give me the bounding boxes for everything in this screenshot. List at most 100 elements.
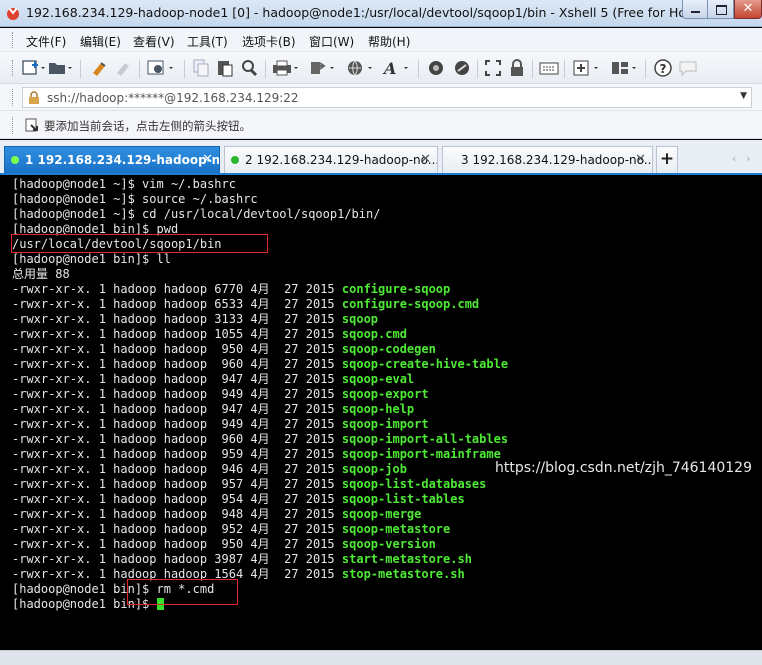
tab-close-icon[interactable]: ✕ — [635, 152, 646, 167]
address-dropdown-icon[interactable]: ▼ — [740, 91, 747, 101]
line-text: -rwxr-xr-x. 1 hadoop hadoop 3133 4月 27 2… — [12, 312, 342, 326]
toolbar-separator — [80, 60, 81, 78]
file-name: configure-sqoop — [341, 282, 451, 296]
add-session-arrow-icon[interactable] — [24, 117, 40, 133]
tab-close-icon[interactable]: ✕ — [420, 152, 431, 167]
line-text: -rwxr-xr-x. 1 hadoop hadoop 949 4月 27 20… — [12, 417, 342, 431]
file-name: sqoop-import — [341, 417, 429, 431]
chat-icon[interactable] — [678, 59, 698, 77]
line-text: -rwxr-xr-x. 1 hadoop hadoop 960 4月 27 20… — [12, 432, 342, 446]
keyboard-icon[interactable] — [539, 59, 559, 77]
maximize-button[interactable] — [708, 0, 734, 19]
print-icon[interactable] — [272, 59, 302, 77]
hint-text: 要添加当前会话，点击左侧的箭头按钮。 — [44, 119, 251, 133]
file-name: sqoop-help — [341, 402, 415, 416]
file-name: sqoop-list-databases — [341, 477, 487, 491]
file-name: start-metastore.sh — [341, 552, 472, 566]
address-value: ssh://hadoop:******@192.168.234.129:22 — [47, 91, 299, 105]
line-text: -rwxr-xr-x. 1 hadoop hadoop 6770 4月 27 2… — [12, 282, 342, 296]
file-name: sqoop-version — [341, 537, 436, 551]
window-title: 192.168.234.129-hadoop-node1 [0] - hadoo… — [26, 5, 706, 20]
menu-tools[interactable]: 工具(T) — [187, 33, 228, 50]
menu-tabs[interactable]: 选项卡(B) — [242, 33, 296, 50]
open-folder-icon[interactable] — [48, 59, 74, 77]
new-tab-icon[interactable] — [572, 59, 602, 77]
transfer-icon[interactable] — [308, 59, 338, 77]
add-tab-button[interactable]: + — [656, 146, 678, 173]
file-name: sqoop-merge — [341, 507, 422, 521]
menu-view[interactable]: 查看(V) — [133, 33, 175, 50]
paste-icon[interactable] — [216, 59, 234, 77]
terminal-line: -rwxr-xr-x. 1 hadoop hadoop 960 4月 27 20… — [12, 432, 508, 447]
address-field[interactable]: ssh://hadoop:******@192.168.234.129:22 ▼ — [22, 87, 752, 108]
file-name: sqoop.cmd — [341, 327, 407, 341]
tab-session-3[interactable]: 3 192.168.234.129-hadoop-no... ✕ — [442, 146, 653, 173]
tab-label: 3 192.168.234.129-hadoop-no... — [461, 153, 653, 167]
line-text: -rwxr-xr-x. 1 hadoop hadoop 947 4月 27 20… — [12, 372, 342, 386]
file-name: sqoop — [341, 312, 379, 326]
file-name: sqoop-import-mainframe — [341, 447, 501, 461]
menu-help[interactable]: 帮助(H) — [368, 33, 410, 50]
tab-label: 2 192.168.234.129-hadoop-no... — [245, 153, 438, 167]
terminal-line: -rwxr-xr-x. 1 hadoop hadoop 957 4月 27 20… — [12, 477, 508, 492]
terminal-line: -rwxr-xr-x. 1 hadoop hadoop 946 4月 27 20… — [12, 462, 508, 477]
line-text: -rwxr-xr-x. 1 hadoop hadoop 960 4月 27 20… — [12, 357, 342, 371]
menu-file[interactable]: 文件(F) — [26, 33, 66, 50]
toolbar-separator — [418, 60, 419, 78]
tab-scroll-left-icon[interactable]: ‹ — [732, 152, 736, 165]
terminal-line: [hadoop@node1 bin]$ ll — [12, 252, 508, 267]
tab-session-1[interactable]: 1 192.168.234.129-hadoop-n... ✕ — [4, 146, 220, 173]
terminal-line: -rwxr-xr-x. 1 hadoop hadoop 954 4月 27 20… — [12, 492, 508, 507]
terminal-line: -rwxr-xr-x. 1 hadoop hadoop 960 4月 27 20… — [12, 357, 508, 372]
hintbar-grip[interactable] — [12, 117, 15, 134]
reconnect-icon[interactable] — [90, 59, 110, 77]
line-text: 总用量 88 — [12, 267, 70, 281]
session-hint-bar: 要添加当前会话，点击左侧的箭头按钮。 — [0, 111, 762, 139]
tab-scroll-right-icon[interactable]: › — [746, 152, 750, 165]
terminal-line: -rwxr-xr-x. 1 hadoop hadoop 952 4月 27 20… — [12, 522, 508, 537]
new-session-icon[interactable] — [22, 59, 46, 77]
disconnect-icon[interactable] — [114, 59, 134, 77]
toolbar-separator — [265, 60, 266, 78]
find-icon[interactable] — [240, 59, 260, 77]
terminal-view[interactable]: [hadoop@node1 ~]$ vim ~/.bashrc [hadoop@n… — [0, 176, 762, 650]
xftp-icon[interactable] — [426, 59, 446, 77]
line-text: -rwxr-xr-x. 1 hadoop hadoop 952 4月 27 20… — [12, 522, 342, 536]
toolbar-separator — [139, 60, 140, 78]
globe-icon[interactable] — [346, 59, 376, 77]
highlight-box-pwd — [11, 234, 268, 253]
help-icon[interactable]: ? — [653, 59, 673, 77]
close-window-button[interactable]: ✕ — [734, 0, 762, 19]
line-text: -rwxr-xr-x. 1 hadoop hadoop 950 4月 27 20… — [12, 537, 342, 551]
terminal-line: -rwxr-xr-x. 1 hadoop hadoop 948 4月 27 20… — [12, 507, 508, 522]
minimize-button[interactable] — [682, 0, 708, 19]
line-text: -rwxr-xr-x. 1 hadoop hadoop 949 4月 27 20… — [12, 387, 342, 401]
menubar-grip[interactable] — [12, 32, 15, 48]
copy-icon[interactable] — [192, 59, 210, 77]
highlight-box-rm — [127, 579, 238, 605]
svg-text:?: ? — [660, 62, 667, 76]
addressbar-grip[interactable] — [12, 89, 15, 106]
properties-icon[interactable] — [147, 59, 177, 77]
tab-close-icon[interactable]: ✕ — [202, 152, 213, 167]
font-icon[interactable]: A — [382, 59, 412, 77]
terminal-line: -rwxr-xr-x. 1 hadoop hadoop 959 4月 27 20… — [12, 447, 508, 462]
lock-icon[interactable] — [508, 59, 526, 77]
toolbar-separator — [477, 60, 478, 78]
line-text: -rwxr-xr-x. 1 hadoop hadoop 950 4月 27 20… — [12, 342, 342, 356]
menu-window[interactable]: 窗口(W) — [309, 33, 354, 50]
toolbar-grip[interactable] — [12, 60, 15, 76]
terminal-line: -rwxr-xr-x. 1 hadoop hadoop 1055 4月 27 2… — [12, 327, 508, 342]
menu-edit[interactable]: 编辑(E) — [80, 33, 121, 50]
file-name: sqoop-metastore — [341, 522, 451, 536]
line-text: -rwxr-xr-x. 1 hadoop hadoop 1055 4月 27 2… — [12, 327, 342, 341]
fullscreen-icon[interactable] — [484, 59, 502, 77]
tab-session-2[interactable]: 2 192.168.234.129-hadoop-no... ✕ — [224, 146, 438, 173]
address-lock-icon — [29, 91, 39, 104]
line-text: -rwxr-xr-x. 1 hadoop hadoop 954 4月 27 20… — [12, 492, 342, 506]
xmanager-icon[interactable] — [452, 59, 472, 77]
tab-label: 1 192.168.234.129-hadoop-n... — [25, 153, 220, 167]
line-text: -rwxr-xr-x. 1 hadoop hadoop 948 4月 27 20… — [12, 507, 342, 521]
layout-icon[interactable] — [610, 59, 640, 77]
line-text: -rwxr-xr-x. 1 hadoop hadoop 6533 4月 27 2… — [12, 297, 342, 311]
